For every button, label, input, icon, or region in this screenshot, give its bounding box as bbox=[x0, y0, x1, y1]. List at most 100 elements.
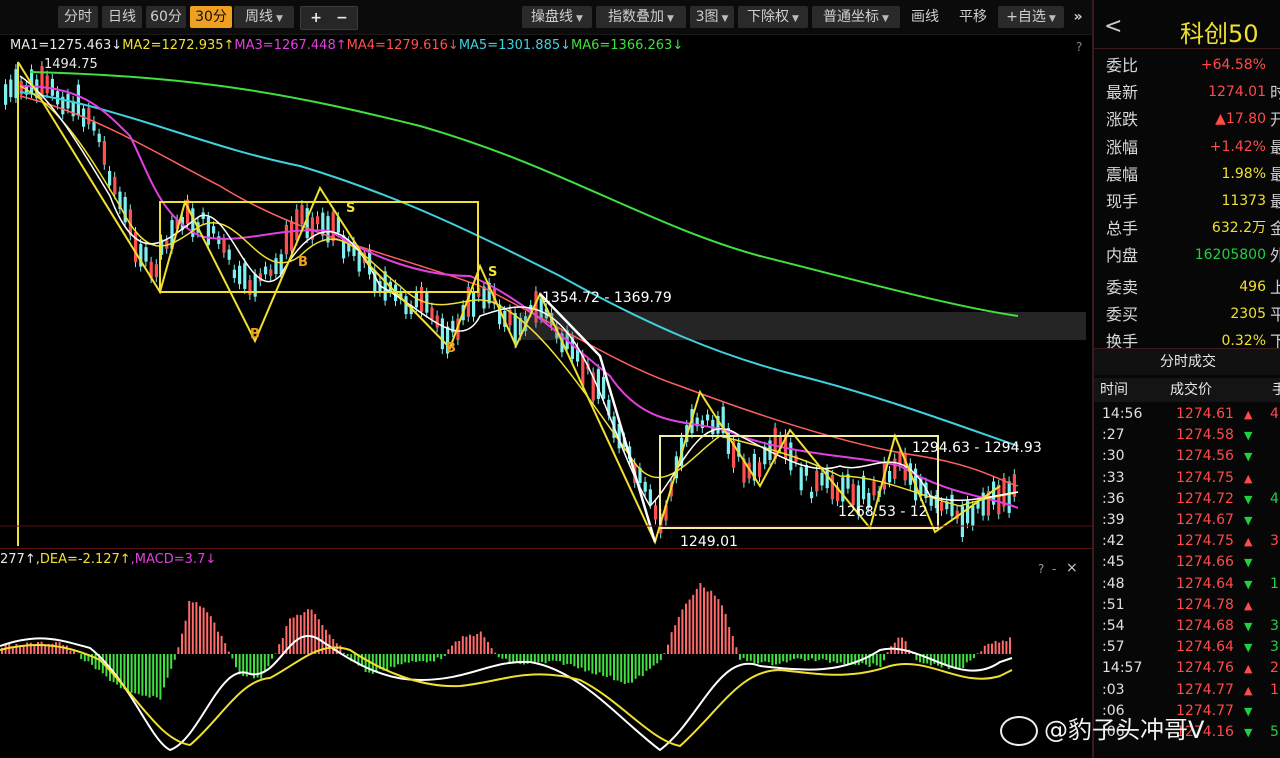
quote-label-cut: 最 bbox=[1270, 192, 1280, 211]
zoom-out-button[interactable]: − bbox=[336, 10, 348, 26]
tick-time: :03 bbox=[1102, 681, 1125, 698]
quote-value: +1.42% bbox=[1209, 138, 1266, 155]
axis-mode-label: 普通坐标 bbox=[823, 9, 880, 25]
ma4-value: MA4=1279.616↓ bbox=[346, 38, 459, 53]
down-arrow-icon: ▼ bbox=[1244, 620, 1253, 633]
candle bbox=[217, 236, 221, 245]
candle bbox=[430, 307, 434, 320]
tick-time: :33 bbox=[1102, 469, 1125, 486]
axis-mode-dropdown[interactable]: 普通坐标 ▼ bbox=[812, 6, 900, 28]
down-arrow-icon: ▼ bbox=[1244, 514, 1253, 527]
tick-row: :27 1274.58 ▼ bbox=[1096, 425, 1280, 446]
period-30min-tab[interactable]: 30分 bbox=[190, 6, 232, 28]
dea-value: ,DEA=-2.127↑ bbox=[35, 552, 131, 567]
ex-rights-dropdown[interactable]: 下除权 ▼ bbox=[738, 6, 808, 28]
add-watchlist-label: +自选 bbox=[1006, 9, 1046, 25]
candle bbox=[435, 315, 439, 328]
period-minute-tab[interactable]: 分时 bbox=[58, 6, 98, 28]
candle bbox=[206, 216, 210, 245]
back-button[interactable]: < bbox=[1104, 14, 1122, 39]
chevron-down-icon: ▼ bbox=[276, 14, 283, 24]
candle bbox=[264, 266, 268, 275]
quote-label: 震幅 bbox=[1106, 164, 1139, 184]
quote-label: 涨幅 bbox=[1106, 137, 1139, 157]
candle bbox=[113, 176, 117, 195]
tick-row: :57 1274.64 ▼ 3 bbox=[1096, 637, 1280, 658]
three-chart-dropdown[interactable]: 3图 ▼ bbox=[690, 6, 734, 28]
period-week-dropdown[interactable]: 周线 ▼ bbox=[234, 6, 294, 28]
chevron-down-icon: ▼ bbox=[576, 14, 583, 24]
candle bbox=[45, 75, 49, 94]
chevron-down-icon: ▼ bbox=[1048, 14, 1056, 24]
quote-value: 1274.01 bbox=[1208, 84, 1266, 101]
quote-label-cut: 最 bbox=[1270, 137, 1280, 157]
operation-line-dropdown[interactable]: 操盘线 ▼ bbox=[522, 6, 592, 28]
watermark: @豹子头冲哥V bbox=[1000, 712, 1270, 748]
chevron-down-icon: ▼ bbox=[721, 14, 729, 24]
sell-signal: S bbox=[346, 201, 355, 216]
tick-time: :39 bbox=[1102, 512, 1125, 528]
tick-row: 14:57 1274.76 ▲ 28 bbox=[1096, 658, 1280, 679]
candle bbox=[758, 462, 762, 478]
candle bbox=[799, 467, 803, 491]
quote-row: 最新 1274.01 时 bbox=[1104, 79, 1280, 106]
index-overlay-dropdown[interactable]: 指数叠加 ▼ bbox=[596, 6, 686, 28]
tick-price: 1274.61 bbox=[1176, 406, 1234, 422]
candle bbox=[841, 477, 845, 502]
zigzag-line bbox=[17, 61, 1001, 545]
draw-line-button[interactable]: 画线 bbox=[904, 6, 946, 28]
tick-time: :54 bbox=[1102, 618, 1125, 634]
zoom-in-button[interactable]: + bbox=[310, 10, 322, 26]
up-arrow-icon: ▲ bbox=[1244, 408, 1253, 421]
quote-row: 委买 2305 平 bbox=[1104, 301, 1280, 328]
ma-legend: MA1=1275.463↓MA2=1272.935↑MA3=1267.448↑M… bbox=[0, 36, 683, 56]
index-overlay-label: 指数叠加 bbox=[608, 9, 665, 25]
quote-row: 内盘 16205800 外 bbox=[1104, 242, 1280, 269]
candlestick-chart[interactable]: 1494.75 1354.72 - 1369.79 1249.01 1294.6… bbox=[0, 56, 1092, 546]
down-arrow-icon: ▼ bbox=[1244, 577, 1253, 591]
candle bbox=[602, 376, 606, 399]
quote-row: 委卖 496 上 bbox=[1104, 274, 1280, 301]
ma5-line bbox=[19, 91, 1019, 447]
period-60min-tab[interactable]: 60分 bbox=[146, 6, 186, 28]
candle bbox=[316, 216, 320, 225]
quote-label-cut: 上 bbox=[1270, 277, 1280, 297]
tick-time: :42 bbox=[1102, 533, 1125, 550]
quote-label-cut: 开 bbox=[1270, 110, 1280, 130]
candle bbox=[1007, 481, 1011, 513]
candle bbox=[269, 269, 273, 277]
tick-time: :36 bbox=[1102, 490, 1125, 507]
tick-price: 1274.67 bbox=[1176, 512, 1234, 528]
candle bbox=[212, 226, 216, 234]
candle bbox=[97, 133, 101, 143]
zoom-controls: + − bbox=[300, 6, 358, 30]
candle bbox=[238, 265, 242, 285]
candle bbox=[274, 258, 278, 275]
quote-label: 涨跌 bbox=[1106, 110, 1139, 130]
candle bbox=[440, 318, 444, 350]
tick-time: :30 bbox=[1102, 448, 1125, 465]
tick-time: :57 bbox=[1102, 639, 1125, 656]
buy-signal: B bbox=[446, 341, 456, 356]
candle bbox=[820, 472, 824, 486]
period-day-tab[interactable]: 日线 bbox=[102, 6, 142, 28]
add-watchlist-dropdown[interactable]: +自选 ▼ bbox=[998, 6, 1064, 28]
ma6-value: MA6=1366.263↓ bbox=[571, 38, 684, 53]
tick-volume: 3 bbox=[1270, 639, 1279, 656]
tick-row: :03 1274.77 ▲ 10 bbox=[1096, 680, 1280, 701]
candle bbox=[232, 269, 236, 278]
pan-button[interactable]: 平移 bbox=[952, 6, 994, 28]
quote-row: 总手 632.2万金 bbox=[1104, 215, 1280, 242]
quote-label: 现手 bbox=[1106, 192, 1139, 211]
ticks-header: 时间 成交价 手 bbox=[1094, 378, 1280, 402]
tick-time: :48 bbox=[1102, 575, 1125, 592]
up-arrow-icon: ▲ bbox=[1244, 598, 1253, 612]
chart-help-icon[interactable]: ? bbox=[1076, 40, 1082, 54]
ma1-value: MA1=1275.463↓ bbox=[10, 38, 123, 53]
ma2-value: MA2=1272.935↑ bbox=[122, 38, 235, 53]
candle bbox=[851, 483, 855, 506]
tick-time: :45 bbox=[1102, 554, 1125, 571]
ex-rights-label: 下除权 bbox=[747, 9, 790, 25]
collapse-panel-button[interactable]: » bbox=[1068, 6, 1088, 28]
tick-volume: 3 bbox=[1270, 618, 1279, 634]
